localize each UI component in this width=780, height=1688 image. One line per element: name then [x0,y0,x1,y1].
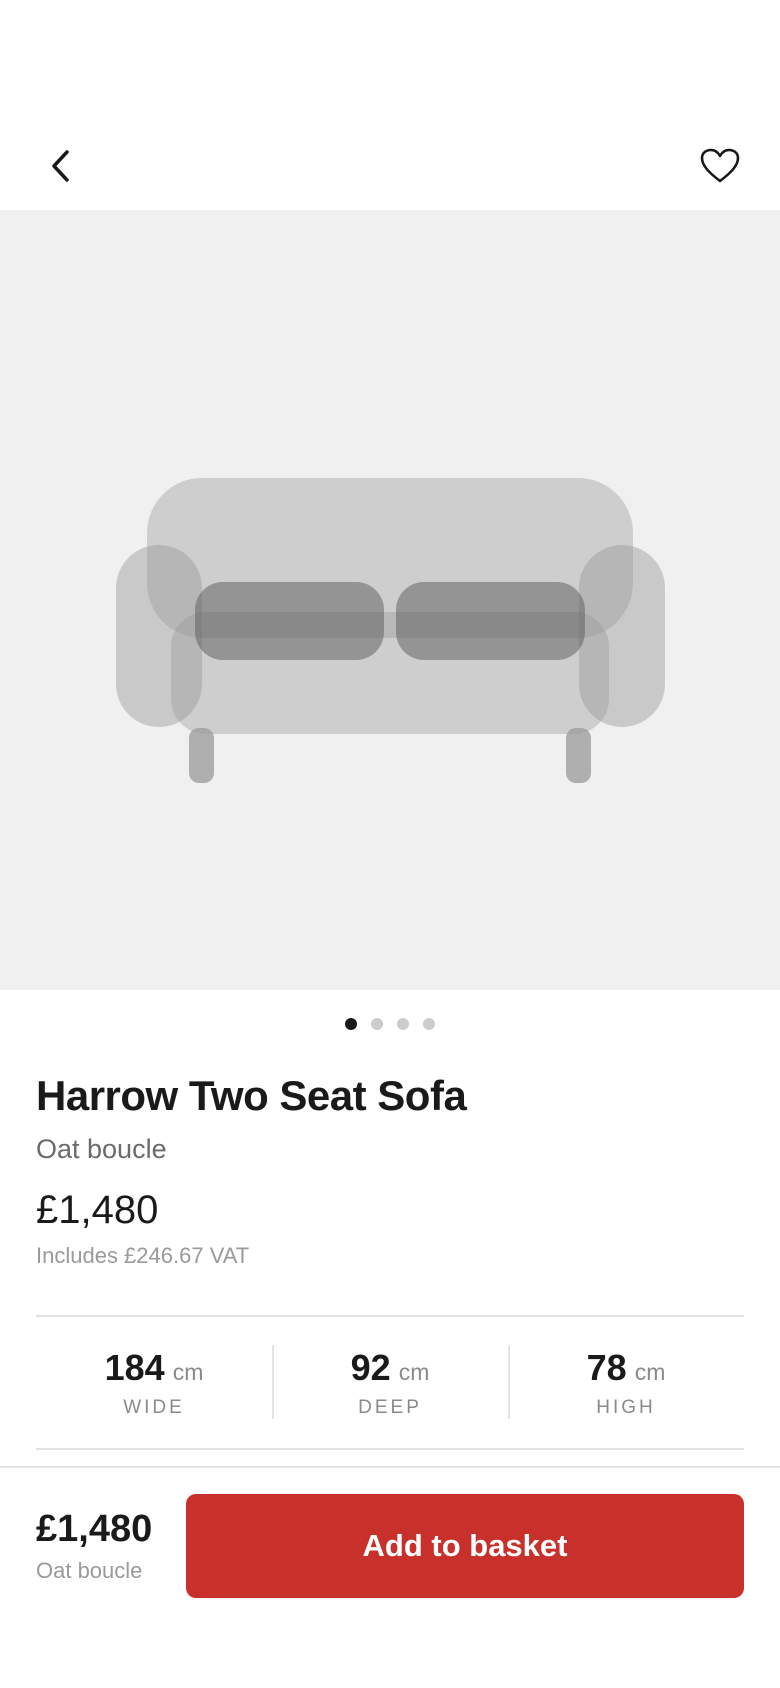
sofa-cushion-right [396,582,585,660]
top-bar [0,0,780,210]
dimension-unit: cm [172,1358,204,1385]
divider [36,1315,744,1317]
dimension-value: 92 [350,1346,391,1388]
dimensions-panel: 184 cm WIDE 92 cm DEEP 78 cm HIGH [36,1335,744,1430]
sofa-leg-right [566,728,591,783]
product-variant: Oat boucle [36,1134,167,1164]
product-price: £1,480 [36,1188,159,1232]
purchase-bar: £1,480 Oat boucle Add to basket [0,1466,780,1688]
pagination-dot[interactable] [345,1018,357,1030]
gallery-pagination [0,1013,780,1035]
sofa-arm-right [579,545,665,727]
dimension-unit: cm [634,1358,666,1385]
product-image-gallery[interactable] [0,210,780,990]
dimension-label: HIGH [596,1396,656,1418]
favorite-button[interactable] [692,138,748,194]
pagination-dot[interactable] [397,1018,409,1030]
dimension-depth: 92 cm DEEP [272,1335,508,1430]
product-title: Harrow Two Seat Sofa [36,1072,467,1119]
dimension-value: 78 [586,1346,627,1388]
dimension-width: 184 cm WIDE [36,1335,272,1430]
dimension-unit: cm [398,1358,430,1385]
sofa-arm-left [116,545,202,727]
sofa-leg-left [189,728,214,783]
pagination-dot[interactable] [371,1018,383,1030]
vat-note: Includes £246.67 VAT [36,1243,250,1268]
footer-price: £1,480 [36,1508,153,1550]
add-to-basket-button[interactable]: Add to basket [186,1494,744,1598]
divider [36,1448,744,1450]
footer-variant: Oat boucle [36,1558,143,1583]
heart-outline-icon [700,148,740,183]
dimension-label: WIDE [123,1396,185,1418]
dimension-value: 184 [104,1346,165,1388]
back-button[interactable] [38,138,82,194]
dimension-label: DEEP [358,1396,422,1418]
pagination-dot[interactable] [423,1018,435,1030]
sofa-cushion-left [195,582,384,660]
chevron-left-icon [52,150,69,182]
dimension-height: 78 cm HIGH [508,1335,744,1430]
sofa-illustration [116,478,665,783]
